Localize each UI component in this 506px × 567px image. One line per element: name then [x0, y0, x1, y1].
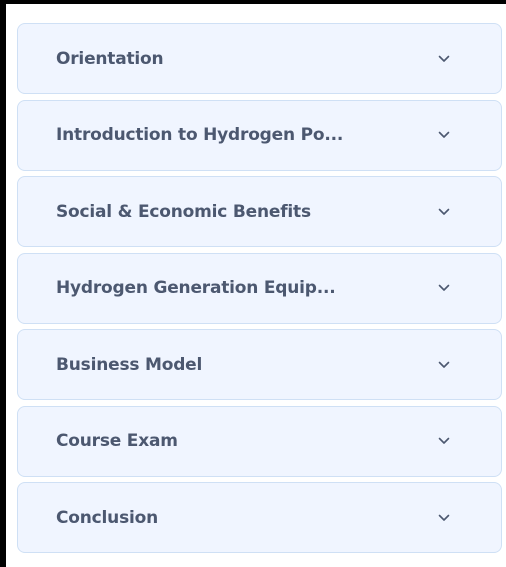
chevron-down-icon[interactable]	[437, 436, 451, 446]
accordion-item-introduction-to-hydrogen[interactable]: Introduction to Hydrogen Po...	[17, 99, 502, 171]
accordion-item-label: Social & Economic Benefits	[56, 201, 311, 222]
accordion-item-label: Course Exam	[56, 431, 178, 451]
chevron-down-icon[interactable]	[437, 54, 451, 64]
course-module-accordion: Orientation Introduction to Hydrogen Po.…	[17, 23, 502, 559]
chevron-down-icon[interactable]	[437, 283, 451, 293]
chevron-down-icon[interactable]	[437, 207, 451, 217]
accordion-item-label: Introduction to Hydrogen Po...	[56, 125, 344, 145]
accordion-item-conclusion[interactable]: Conclusion	[17, 482, 502, 553]
accordion-item-label: Hydrogen Generation Equip...	[56, 278, 336, 298]
accordion-item-label: Orientation	[56, 48, 164, 69]
accordion-item-business-model[interactable]: Business Model	[17, 329, 502, 400]
accordion-item-orientation[interactable]: Orientation	[17, 23, 502, 94]
accordion-item-course-exam[interactable]: Course Exam	[17, 405, 502, 477]
chevron-down-icon[interactable]	[437, 513, 451, 523]
accordion-item-hydrogen-generation-equipment[interactable]: Hydrogen Generation Equip...	[17, 252, 502, 324]
accordion-item-label: Conclusion	[56, 507, 158, 528]
accordion-item-label: Business Model	[56, 354, 203, 375]
chevron-down-icon[interactable]	[437, 130, 451, 140]
chevron-down-icon[interactable]	[437, 360, 451, 370]
accordion-item-social-economic-benefits[interactable]: Social & Economic Benefits	[17, 176, 502, 247]
course-outline-panel: Orientation Introduction to Hydrogen Po.…	[0, 0, 506, 567]
